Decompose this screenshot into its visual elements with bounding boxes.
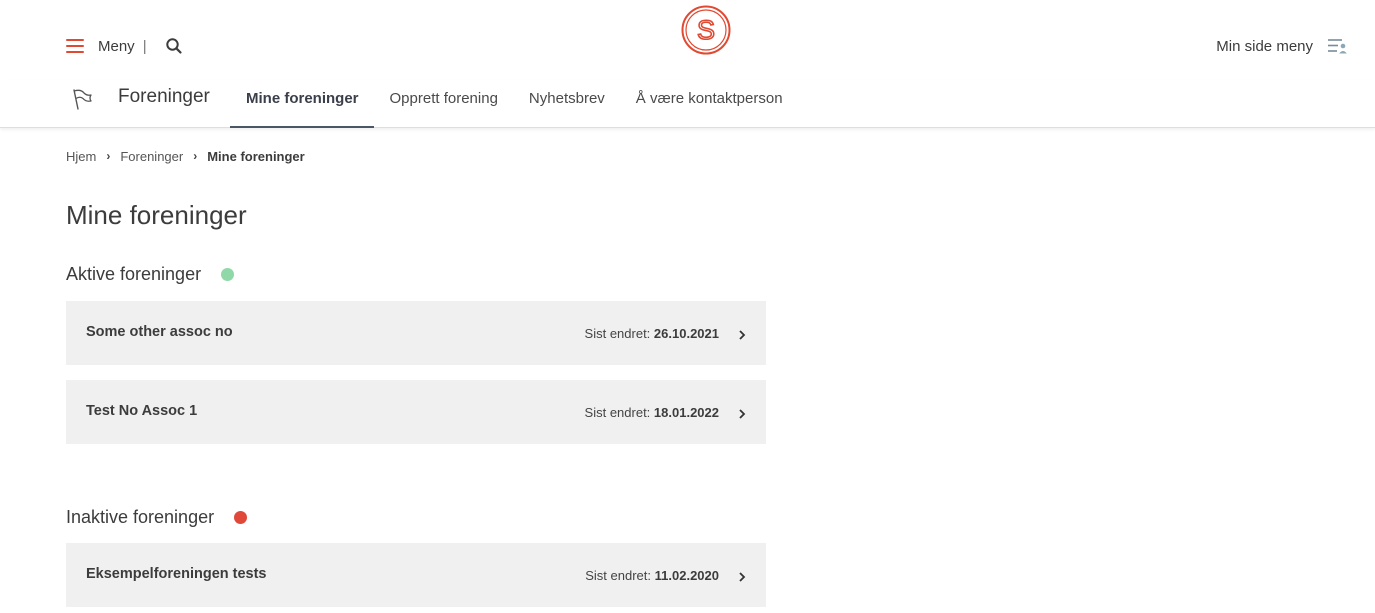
last-modified-label: Sist endret: [585,568,652,583]
tab-opprett-forening[interactable]: Opprett forening [374,80,513,128]
last-modified-label: Sist endret: [584,326,651,341]
breadcrumb: Hjem › Foreninger › Mine foreninger [66,147,305,165]
chevron-right-icon [738,570,746,582]
hamburger-icon [66,38,84,54]
page-title: Mine foreninger [66,200,247,230]
chevron-right-icon: › [193,149,198,163]
tab-bar: Mine foreninger Opprett forening Nyhetsb… [230,80,798,128]
breadcrumb-foreninger[interactable]: Foreninger [120,149,183,164]
menu-separator: | [142,37,147,55]
tab-mine-foreninger[interactable]: Mine foreninger [230,80,374,128]
top-header: Meny | S Min side meny [0,0,1375,80]
association-name: Test No Assoc 1 [86,403,198,419]
search-icon[interactable] [165,37,183,55]
logo-letter: S [697,15,715,45]
section-title[interactable]: Foreninger [118,86,210,108]
tab-nyhetsbrev[interactable]: Nyhetsbrev [513,80,620,128]
chevron-right-icon [738,328,746,340]
inactive-group-heading: Inaktive foreninger [66,507,248,528]
association-card[interactable]: Eksempelforeningen tests Sist endret: 11… [66,543,766,607]
breadcrumb-current: Mine foreninger [207,148,305,164]
active-group-title: Aktive foreninger [66,264,202,284]
last-modified: Sist endret: 18.01.2022 [585,405,719,420]
last-modified-date: 26.10.2021 [653,326,719,341]
min-side-menu-button[interactable]: Min side meny [1216,35,1347,57]
association-name: Some other assoc no [86,324,233,340]
tab-kontaktperson[interactable]: Å være kontaktperson [620,80,798,128]
section-nav: Foreninger Mine foreninger Opprett foren… [0,80,1375,128]
flag-icon [70,88,94,112]
association-card[interactable]: Some other assoc no Sist endret: 26.10.2… [66,301,766,365]
logo[interactable]: S [681,5,731,55]
menu-label: Meny [98,37,135,55]
last-modified: Sist endret: 11.02.2020 [585,568,719,583]
last-modified-date: 11.02.2020 [654,568,719,583]
last-modified: Sist endret: 26.10.2021 [585,326,719,341]
association-card[interactable]: Test No Assoc 1 Sist endret: 18.01.2022 [66,380,766,444]
chevron-right-icon [738,407,746,419]
inactive-group-title: Inaktive foreninger [66,507,215,527]
user-list-icon [1327,37,1347,55]
active-status-dot [221,268,235,281]
chevron-right-icon: › [106,149,111,163]
last-modified-date: 18.01.2022 [653,405,719,420]
last-modified-label: Sist endret: [584,405,651,420]
min-side-label: Min side meny [1216,37,1313,55]
active-group-heading: Aktive foreninger [66,264,235,285]
association-name: Eksempelforeningen tests [86,566,267,582]
menu-button[interactable]: Meny | [66,34,147,58]
breadcrumb-home[interactable]: Hjem [66,149,96,164]
inactive-status-dot [234,511,248,524]
